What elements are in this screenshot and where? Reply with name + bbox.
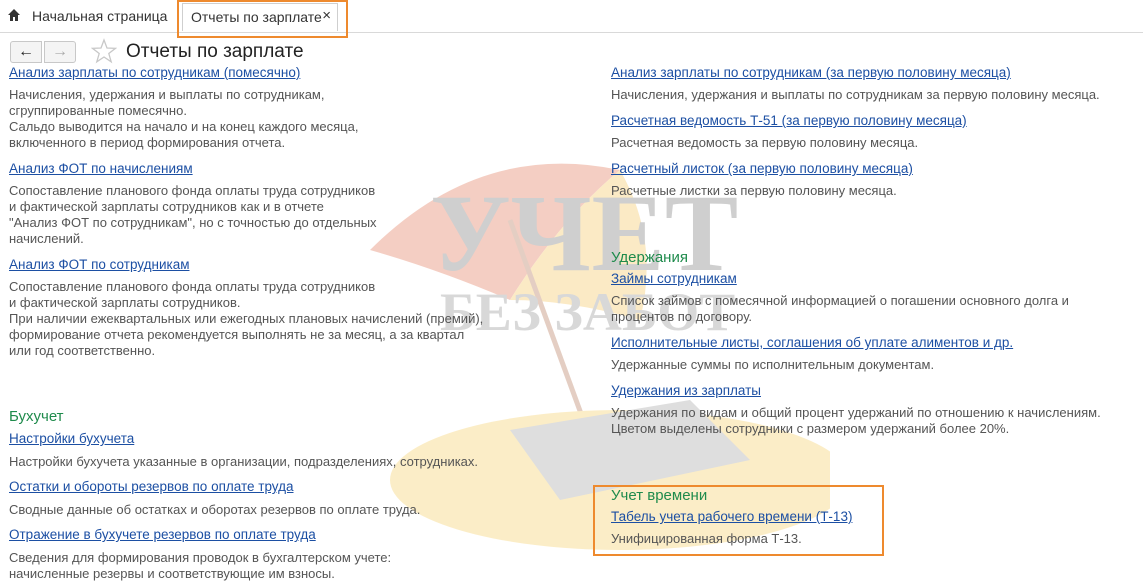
- desc-fot-accruals: Сопоставление планового фонда оплаты тру…: [9, 183, 377, 246]
- link-salary-analysis-monthly[interactable]: Анализ зарплаты по сотрудникам (помесячн…: [9, 66, 300, 80]
- link-reserves-balances[interactable]: Остатки и обороты резервов по оплате тру…: [9, 479, 294, 494]
- forward-button[interactable]: →: [44, 41, 76, 63]
- desc-writs: Удержанные суммы по исполнительным докум…: [611, 357, 935, 372]
- desc-accounting-settings: Настройки бухучета указанные в организац…: [9, 454, 479, 469]
- link-payslip[interactable]: Расчетный листок (за первую половину мес…: [611, 161, 913, 176]
- desc-salary-deductions: Удержания по видам и общий процент удерж…: [611, 405, 1101, 436]
- tab-bar: Начальная страница Отчеты по зарплате ×: [0, 0, 1143, 33]
- desc-timesheet-t13: Унифицированная форма Т-13.: [611, 531, 802, 546]
- link-employee-loans[interactable]: Займы сотрудникам: [611, 271, 737, 286]
- section-time-tracking: Учет времени: [611, 487, 708, 504]
- desc-reserves-balances: Сводные данные об остатках и оборотах ре…: [9, 502, 421, 517]
- link-salary-deductions[interactable]: Удержания из зарплаты: [611, 383, 761, 398]
- link-writs[interactable]: Исполнительные листы, соглашения об упла…: [611, 335, 1013, 350]
- desc-reserves-reflection: Сведения для формирования проводок в бух…: [9, 550, 392, 581]
- link-salary-analysis-half-month[interactable]: Анализ зарплаты по сотрудникам (за перву…: [611, 66, 1011, 80]
- section-accounting: Бухучет: [9, 408, 64, 425]
- desc-payslip: Расчетные листки за первую половину меся…: [611, 183, 897, 198]
- star-icon[interactable]: [91, 38, 117, 64]
- tab-salary-reports[interactable]: Отчеты по зарплате ×: [182, 3, 338, 31]
- close-icon[interactable]: ×: [322, 7, 331, 24]
- tab-home[interactable]: Начальная страница: [32, 8, 167, 24]
- desc-salary-analysis-monthly: Начисления, удержания и выплаты по сотру…: [9, 87, 359, 150]
- link-timesheet-t13[interactable]: Табель учета рабочего времени (Т-13): [611, 509, 852, 524]
- link-fot-accruals[interactable]: Анализ ФОТ по начислениям: [9, 161, 193, 176]
- back-button[interactable]: ←: [10, 41, 42, 63]
- desc-salary-analysis-half-month: Начисления, удержания и выплаты по сотру…: [611, 87, 1100, 102]
- link-t51[interactable]: Расчетная ведомость Т-51 (за первую поло…: [611, 113, 967, 128]
- section-deductions: Удержания: [611, 249, 688, 266]
- page-title: Отчеты по зарплате: [126, 41, 304, 62]
- desc-employee-loans: Список займов с помесячной информацией о…: [611, 293, 1069, 324]
- link-accounting-settings[interactable]: Настройки бухучета: [9, 431, 134, 446]
- tab-salary-reports-label: Отчеты по зарплате: [191, 9, 322, 25]
- home-icon[interactable]: [7, 8, 21, 22]
- desc-t51: Расчетная ведомость за первую половину м…: [611, 135, 919, 150]
- link-reserves-reflection[interactable]: Отражение в бухучете резервов по оплате …: [9, 527, 316, 542]
- link-fot-employees[interactable]: Анализ ФОТ по сотрудникам: [9, 257, 189, 272]
- desc-fot-employees: Сопоставление планового фонда оплаты тру…: [9, 279, 484, 358]
